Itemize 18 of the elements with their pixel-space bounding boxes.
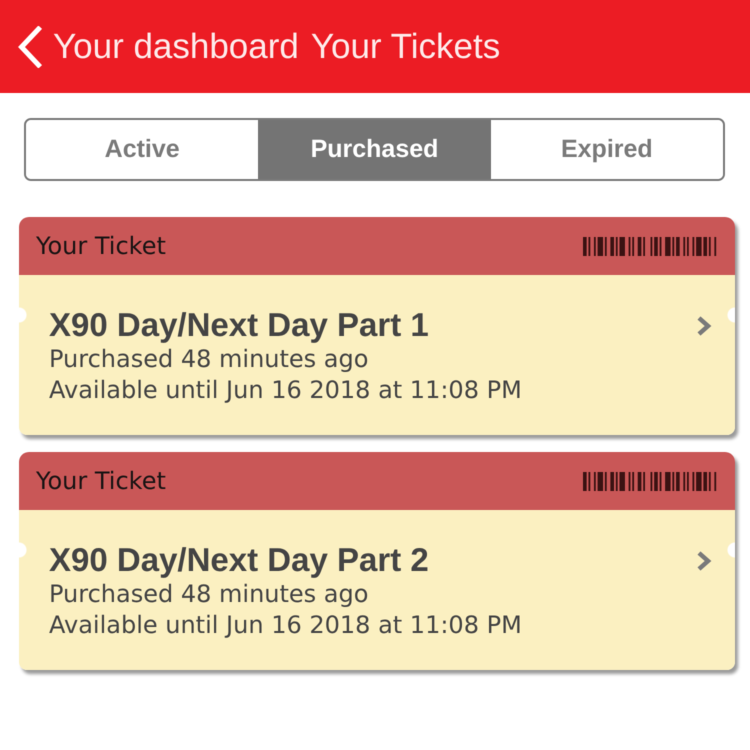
chevron-right-icon [696, 315, 712, 337]
ticket-name: X90 Day/Next Day Part 2 [49, 541, 430, 579]
ticket-heading: Your Ticket [36, 467, 166, 495]
chevron-left-icon [16, 26, 43, 68]
ticket-name: X90 Day/Next Day Part 1 [49, 306, 430, 344]
ticket-heading: Your Ticket [36, 232, 166, 260]
tab[interactable]: Purchased [258, 120, 491, 179]
purchase-time: Purchased 48 minutes ago [49, 344, 370, 375]
chevron-right-icon [696, 550, 712, 572]
availability-text: Available until Jun 16 2018 at 11:08 PM [49, 375, 522, 406]
availability-text: Available until Jun 16 2018 at 11:08 PM [49, 610, 522, 641]
ticket-card[interactable]: Your Ticket X90 Day/Next Day Part 2 Purchased 48 minutes ago Available until Jun 16 2018 at 11:08 PM [19, 452, 735, 670]
back-button[interactable]: Your dashboard [16, 26, 299, 68]
ticket-card[interactable]: Your Ticket X90 Day/Next Day Part 1 Purchased 48 minutes ago Available until Jun 16 2018 at 11:08 PM [19, 217, 735, 435]
barcode-icon [583, 472, 718, 490]
purchase-time: Purchased 48 minutes ago [49, 579, 370, 610]
page-title: Your Tickets [310, 26, 500, 66]
barcode-icon [583, 236, 718, 256]
